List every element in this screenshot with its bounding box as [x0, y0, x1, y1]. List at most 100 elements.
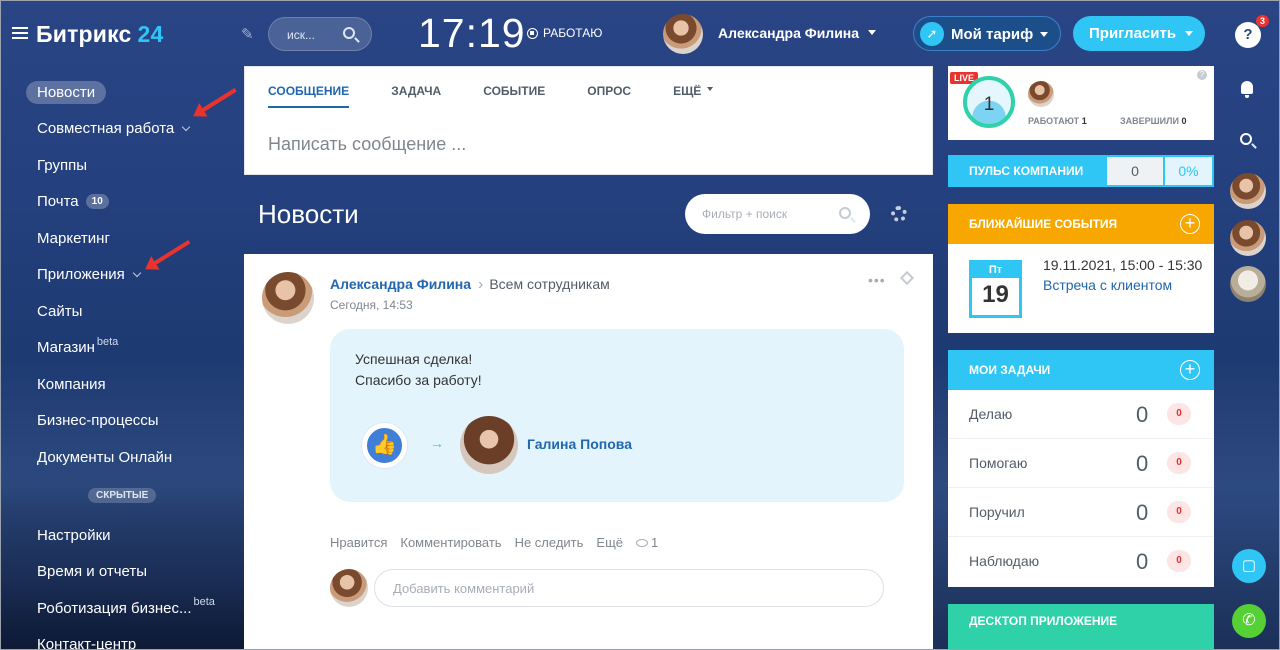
add-event-icon[interactable]: + [1180, 214, 1200, 234]
bell-icon[interactable] [1238, 81, 1256, 99]
tariff-button[interactable]: ➚ Мой тариф [913, 16, 1061, 51]
menu-burger-icon[interactable] [12, 27, 28, 39]
feed-post: Александра Филина Всем сотрудникам Сегод… [244, 254, 933, 650]
gear-icon[interactable] [891, 206, 907, 222]
search-input[interactable]: иск... [268, 17, 372, 51]
top-bar: Битрикс 24 ✎ иск... 17:19 РАБОТАЮ Алексан… [0, 0, 1280, 66]
online-counter-ring[interactable]: 1 [963, 76, 1015, 128]
company-pulse[interactable]: ПУЛЬС КОМПАНИИ 0 0% [948, 155, 1214, 187]
menu-item-label: Документы Онлайн [37, 448, 173, 466]
tab-event[interactable]: СОБЫТИЕ [483, 84, 545, 108]
task-row-count: 0 [1136, 402, 1149, 427]
menu-item-groups[interactable]: Группы [26, 147, 240, 184]
tab-more[interactable]: ЕЩЁ [673, 84, 714, 108]
events-label[interactable]: БЛИЖАЙШИЕ СОБЫТИЯ [969, 217, 1117, 231]
task-counter-badge: 0 [1167, 452, 1191, 474]
help-icon[interactable]: ? [1197, 70, 1207, 80]
calendar-weekday: Пт [972, 263, 1019, 278]
pulse-value: 0 [1107, 157, 1163, 185]
menu-item-label: Настройки [37, 526, 111, 544]
post-text: Успешная сделка! Спасибо за работу! [355, 349, 482, 391]
working-count: 1 [1081, 116, 1087, 126]
more-dots-icon[interactable]: ••• [868, 272, 886, 288]
finished-count: 0 [1181, 116, 1187, 126]
edit-pencil-icon[interactable]: ✎ [241, 25, 254, 43]
menu-item-docs-online[interactable]: Документы Онлайн [26, 439, 240, 476]
search-icon[interactable] [343, 27, 355, 39]
working-label: РАБОТАЮТ [1028, 116, 1080, 126]
help-icon[interactable]: ? [1235, 22, 1261, 48]
search-icon [839, 207, 851, 219]
task-row-watching[interactable]: Наблюдаю 0 0 [948, 537, 1214, 586]
tasks-label[interactable]: МОИ ЗАДАЧИ [969, 363, 1050, 377]
post-author[interactable]: Александра Филина [330, 276, 471, 292]
hidden-section-label[interactable]: СКРЫТЫЕ [88, 488, 157, 503]
contact-avatar[interactable] [1230, 220, 1266, 256]
menu-item-shop[interactable]: Магазин beta [26, 330, 240, 367]
online-user-avatar[interactable] [1028, 81, 1054, 107]
menu-item-bizproc[interactable]: Бизнес-процессы [26, 403, 240, 440]
menu-item-marketing[interactable]: Маркетинг [26, 220, 240, 257]
upcoming-events: БЛИЖАЙШИЕ СОБЫТИЯ + Пт 19 19.11.2021, 15… [948, 204, 1214, 333]
recipient-name[interactable]: Галина Попова [527, 436, 632, 452]
my-tasks: МОИ ЗАДАЧИ + Делаю 0 0 Помогаю 0 0 Поручил 0 0… [948, 350, 1214, 587]
page-title: Новости [258, 199, 359, 229]
phone-icon[interactable]: ✆ [1232, 604, 1266, 638]
more-link[interactable]: Ещё [596, 535, 623, 550]
post-actions: Нравится Комментировать Не следить Ещё 1 [330, 535, 658, 550]
post-date[interactable]: Сегодня, 14:53 [330, 298, 413, 312]
post-recipients[interactable]: Всем сотрудникам [478, 276, 609, 294]
message-input[interactable]: Написать сообщение ... [268, 134, 466, 155]
search-placeholder: иск... [287, 28, 315, 42]
pin-icon[interactable] [899, 270, 915, 286]
tab-message[interactable]: СООБЩЕНИЕ [268, 84, 350, 108]
unfollow-link[interactable]: Не следить [515, 535, 584, 550]
tasks-header: МОИ ЗАДАЧИ + [948, 350, 1214, 390]
menu-item-company[interactable]: Компания [26, 366, 240, 403]
recipient-avatar[interactable] [460, 416, 518, 474]
work-status[interactable]: РАБОТАЮ [527, 26, 602, 40]
desktop-app-widget[interactable]: ДЕСКТОП ПРИЛОЖЕНИЕ [948, 604, 1214, 650]
help-badge: 3 [1256, 15, 1270, 27]
chat-icon[interactable]: ▢ [1232, 549, 1266, 583]
menu-item-label: Группы [37, 156, 87, 174]
filter-search-input[interactable]: Фильтр + поиск [685, 194, 870, 234]
menu-item-time-reports[interactable]: Время и отчеты [26, 554, 240, 591]
logo[interactable]: Битрикс 24 [36, 21, 164, 48]
chevron-down-icon[interactable] [132, 268, 142, 277]
comment-link[interactable]: Комментировать [400, 535, 501, 550]
event-title[interactable]: Встреча с клиентом [1043, 277, 1172, 293]
beta-label: beta [96, 335, 119, 348]
tariff-label: Мой тариф [951, 26, 1034, 43]
comment-input[interactable]: Добавить комментарий [374, 569, 884, 607]
menu-item-applications[interactable]: Приложения [26, 257, 240, 294]
add-task-icon[interactable]: + [1180, 360, 1200, 380]
search-icon[interactable] [1240, 133, 1252, 145]
invite-button[interactable]: Пригласить [1073, 16, 1205, 51]
user-avatar[interactable] [663, 14, 703, 54]
menu-item-collaboration[interactable]: Совместная работа [26, 111, 240, 148]
menu-item-label: Компания [37, 375, 106, 393]
menu-item-contact-center[interactable]: Контакт-центр [26, 627, 240, 650]
task-row-helping[interactable]: Помогаю 0 0 [948, 439, 1214, 488]
author-avatar[interactable] [262, 272, 314, 324]
chevron-down-icon[interactable] [182, 122, 191, 131]
logo-name: Битрикс [36, 21, 132, 47]
menu-item-label: Время и отчеты [37, 563, 148, 581]
menu-item-mail[interactable]: Почта 10 [26, 184, 240, 221]
task-row-doing[interactable]: Делаю 0 0 [948, 390, 1214, 439]
calendar-icon: Пт 19 [969, 260, 1022, 318]
user-name[interactable]: Александра Филина [718, 25, 876, 41]
task-row-assigned[interactable]: Поручил 0 0 [948, 488, 1214, 537]
clock[interactable]: 17:19 [418, 10, 526, 57]
menu-item-robotization[interactable]: Роботизация бизнес... beta [26, 590, 240, 627]
menu-item-settings[interactable]: Настройки [26, 517, 240, 554]
tab-task[interactable]: ЗАДАЧА [391, 84, 441, 108]
finished-label: ЗАВЕРШИЛИ [1120, 116, 1179, 126]
like-link[interactable]: Нравится [330, 535, 387, 550]
contact-avatar[interactable] [1230, 173, 1266, 209]
menu-item-label: Магазин [37, 339, 95, 357]
tab-poll[interactable]: ОПРОС [587, 84, 631, 108]
contact-avatar[interactable] [1230, 266, 1266, 302]
menu-item-sites[interactable]: Сайты [26, 293, 240, 330]
